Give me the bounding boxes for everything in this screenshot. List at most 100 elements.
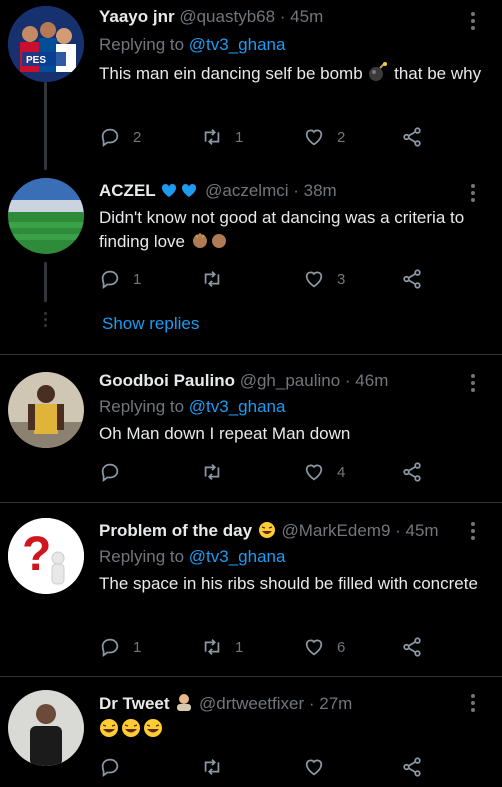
like-button[interactable]: [303, 754, 325, 780]
user-handle[interactable]: @gh_paulino: [240, 371, 340, 390]
user-handle[interactable]: @quastyb68: [179, 7, 275, 26]
like-button[interactable]: 3: [303, 266, 345, 292]
laughing-emoji-icon: [257, 521, 277, 545]
heart-icon: [305, 271, 323, 288]
retweet-button[interactable]: 1: [201, 634, 243, 660]
avatar[interactable]: ?: [8, 518, 84, 594]
share-icon: [403, 637, 421, 657]
share-icon: [403, 269, 421, 289]
blue-heart-icon: [160, 181, 200, 205]
tweet-goodboi[interactable]: Goodboi Paulino @gh_paulino · 46m Replyi…: [0, 362, 502, 502]
man-shrugging-icon: [174, 692, 194, 718]
like-button[interactable]: 2: [303, 124, 345, 150]
reply-icon: [101, 463, 119, 482]
avatar[interactable]: [8, 178, 84, 254]
avatar-image: [8, 372, 84, 448]
reply-count: 1: [133, 270, 142, 288]
divider: [0, 502, 502, 503]
avatar-image: [8, 178, 84, 254]
display-name[interactable]: Yaayo jnr: [99, 7, 175, 26]
like-button[interactable]: 6: [303, 634, 345, 660]
svg-text:?: ?: [22, 528, 51, 581]
tweet-problem[interactable]: ? Problem of the day @MarkEdem9 · 45m Re…: [0, 510, 502, 675]
show-replies-link[interactable]: Show replies: [102, 314, 199, 334]
more-options-icon[interactable]: [464, 374, 482, 394]
share-button[interactable]: [401, 754, 423, 780]
reply-button[interactable]: 1: [99, 266, 141, 292]
mention-link[interactable]: @tv3_ghana: [189, 397, 286, 416]
avatar-image: PES: [8, 6, 84, 82]
retweet-button[interactable]: 1: [201, 124, 243, 150]
clapping-hands-icon: [190, 230, 230, 257]
more-options-icon[interactable]: [464, 12, 482, 32]
reply-icon: [101, 270, 119, 289]
divider: [0, 354, 502, 355]
retweet-count: 1: [235, 638, 244, 656]
avatar-image: [8, 690, 84, 766]
timestamp[interactable]: · 45m: [280, 7, 323, 26]
reply-button[interactable]: [99, 754, 121, 780]
divider: [0, 676, 502, 677]
replying-to: Replying to @tv3_ghana: [99, 397, 286, 416]
tweet-text: Didn't know not good at dancing was a cr…: [99, 206, 489, 257]
tweet-yaayo[interactable]: PES Yaayo jnr @quastyb68 · 45m Replying …: [0, 0, 502, 170]
reply-button[interactable]: [99, 459, 133, 485]
display-name[interactable]: Goodboi Paulino: [99, 371, 235, 390]
user-handle[interactable]: @aczelmci: [205, 181, 288, 200]
tweet-text: Oh Man down I repeat Man down: [99, 424, 351, 443]
retweet-icon: [204, 464, 220, 480]
bomb-emoji-icon: [367, 62, 389, 89]
reply-icon: [101, 128, 119, 147]
heart-icon: [305, 464, 323, 481]
share-icon: [403, 757, 421, 777]
user-handle[interactable]: @MarkEdem9: [282, 521, 391, 540]
reply-icon: [101, 638, 119, 657]
share-button[interactable]: [401, 124, 423, 150]
like-button[interactable]: 4: [303, 459, 345, 485]
avatar[interactable]: [8, 690, 84, 766]
retweet-icon: [204, 639, 220, 655]
tweet-drtweet[interactable]: Dr Tweet @drtweetfixer · 27m 😂😂😂: [0, 682, 502, 787]
reply-icon: [101, 758, 119, 777]
tweet-text: 😂😂😂: [99, 718, 489, 745]
tweet-text: This man ein dancing self be bomb that b…: [99, 62, 489, 89]
user-handle[interactable]: @drtweetfixer: [199, 694, 304, 713]
reply-button[interactable]: 1: [99, 634, 141, 660]
display-name[interactable]: Problem of the day: [99, 521, 252, 540]
share-icon: [403, 127, 421, 147]
share-button[interactable]: [401, 459, 423, 485]
avatar[interactable]: [8, 372, 84, 448]
retweet-button[interactable]: [201, 266, 235, 292]
like-count: 2: [337, 128, 346, 146]
display-name[interactable]: Dr Tweet: [99, 694, 170, 713]
retweet-icon: [204, 129, 220, 145]
share-button[interactable]: [401, 266, 423, 292]
mention-link[interactable]: @tv3_ghana: [189, 547, 286, 566]
avatar-image: ?: [8, 518, 84, 594]
timestamp[interactable]: · 45m: [395, 521, 438, 540]
avatar[interactable]: PES: [8, 6, 84, 82]
tweet-aczel[interactable]: ACZEL @aczelmci · 38m Didn't know not go…: [0, 172, 502, 352]
reply-count: 1: [133, 638, 142, 656]
more-options-icon[interactable]: [464, 522, 482, 542]
reply-count: 2: [133, 128, 142, 146]
retweet-button[interactable]: [201, 754, 223, 780]
laughing-emoji-icon: [99, 718, 165, 745]
timestamp[interactable]: · 27m: [309, 694, 352, 713]
replying-to: Replying to @tv3_ghana: [99, 547, 286, 566]
more-options-icon[interactable]: [464, 184, 482, 204]
tweet-text: The space in his ribs should be filled w…: [99, 574, 478, 593]
reply-button[interactable]: 2: [99, 124, 141, 150]
retweet-count: 1: [235, 128, 244, 146]
timestamp[interactable]: · 38m: [293, 181, 336, 200]
share-button[interactable]: [401, 634, 423, 660]
display-name[interactable]: ACZEL: [99, 181, 156, 200]
more-options-icon[interactable]: [464, 694, 482, 714]
retweet-button[interactable]: [201, 459, 235, 485]
retweet-icon: [204, 271, 220, 287]
mention-link[interactable]: @tv3_ghana: [189, 35, 286, 54]
heart-icon: [305, 639, 323, 656]
retweet-icon: [204, 759, 220, 775]
heart-icon: [305, 129, 323, 146]
timestamp[interactable]: · 46m: [345, 371, 388, 390]
